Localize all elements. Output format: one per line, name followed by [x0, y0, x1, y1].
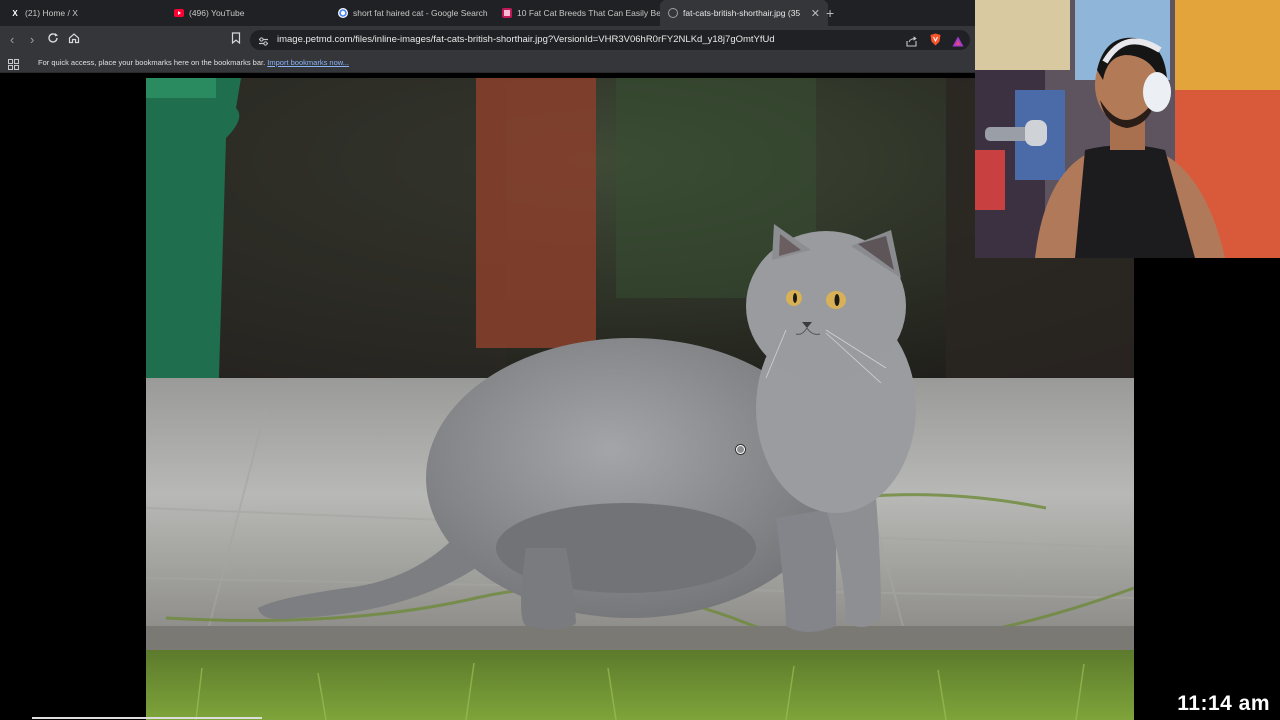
mouse-cursor-icon	[736, 445, 745, 454]
tab-title: fat-cats-british-shorthair.jpg (35	[683, 8, 801, 18]
x-logo-icon: X	[12, 8, 18, 18]
import-bookmarks-link[interactable]: Import bookmarks now...	[267, 58, 349, 67]
petmd-icon	[502, 8, 512, 18]
browser-toolbar: ‹ › image.petmd.com/files/inline-images/…	[0, 26, 975, 54]
video-progress-bar	[32, 717, 262, 719]
tab-x-home[interactable]: X (21) Home / X	[4, 0, 170, 26]
home-icon[interactable]	[68, 32, 80, 48]
tab-google-search[interactable]: short fat haired cat - Google Search	[332, 0, 498, 26]
clock-overlay: 11:14 am	[1177, 692, 1270, 715]
bookmark-icon[interactable]	[231, 32, 241, 48]
google-icon	[338, 8, 348, 18]
tab-title: short fat haired cat - Google Search	[353, 8, 488, 18]
back-icon[interactable]: ‹	[10, 32, 14, 48]
brave-rewards-icon[interactable]	[952, 34, 964, 52]
apps-grid-icon[interactable]	[8, 57, 19, 75]
tab-title: (21) Home / X	[25, 8, 78, 18]
bookmarks-bar: For quick access, place your bookmarks h…	[0, 54, 975, 73]
share-icon[interactable]	[906, 34, 918, 52]
tab-title: (496) YouTube	[189, 8, 245, 18]
youtube-icon	[174, 8, 184, 18]
webcam-overlay	[975, 0, 1280, 258]
new-tab-button[interactable]: +	[826, 5, 834, 21]
close-tab-icon[interactable]: ✕	[811, 7, 820, 20]
tab-image-active[interactable]: fat-cats-british-shorthair.jpg (35 ✕	[660, 0, 828, 26]
bookmarks-hint: For quick access, place your bookmarks h…	[38, 58, 349, 67]
address-bar[interactable]: image.petmd.com/files/inline-images/fat-…	[250, 30, 970, 50]
forward-icon[interactable]: ›	[30, 32, 34, 48]
tab-title: 10 Fat Cat Breeds That Can Easily Be	[517, 8, 660, 18]
image-icon	[668, 8, 678, 18]
reload-icon[interactable]	[47, 32, 59, 48]
tab-petmd-article[interactable]: 10 Fat Cat Breeds That Can Easily Be	[496, 0, 660, 26]
url-text: image.petmd.com/files/inline-images/fat-…	[277, 34, 775, 45]
brave-shields-icon[interactable]	[930, 33, 941, 51]
site-info-icon[interactable]	[258, 34, 269, 52]
tab-bar: X (21) Home / X (496) YouTube short fat …	[0, 0, 975, 26]
bookmarks-hint-text: For quick access, place your bookmarks h…	[38, 58, 266, 67]
tab-youtube[interactable]: (496) YouTube	[168, 0, 334, 26]
